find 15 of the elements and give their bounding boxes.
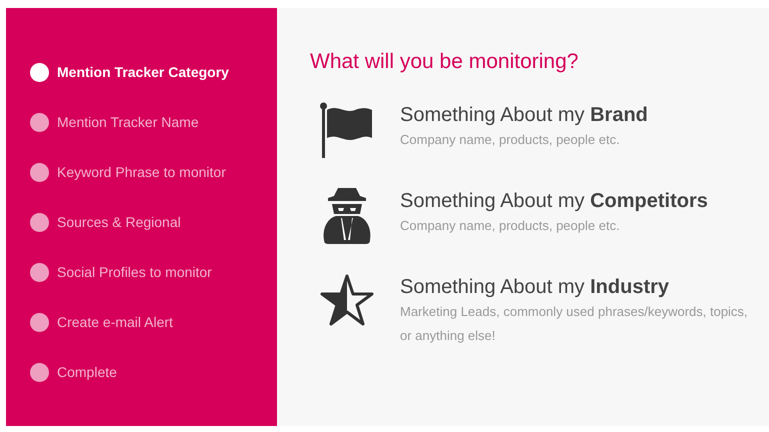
heading: What will you be monitoring? [310,49,580,75]
option-title[interactable]: Something About my Competitors [400,188,750,214]
flag-icon [320,102,374,158]
option-title[interactable]: Something About my Industry [400,274,750,300]
step-label[interactable]: Social Profiles to monitor [57,262,212,283]
option-description: Company name, products, people etc. [400,131,621,149]
step-label[interactable]: Create e-mail Alert [57,312,173,333]
step-label[interactable]: Sources & Regional [57,212,181,233]
step-label[interactable]: Mention Tracker Name [57,112,199,133]
option-title[interactable]: Something About my Brand [400,102,750,128]
option-description: Marketing Leads, commonly used phrases/keywords, topics, or anything else! [400,303,749,345]
step-label[interactable]: Mention Tracker Category [57,62,229,83]
step-label[interactable]: Keyword Phrase to monitor [57,162,226,183]
step-label[interactable]: Complete [57,362,117,383]
option-description: Company name, products, people etc. [400,217,621,235]
